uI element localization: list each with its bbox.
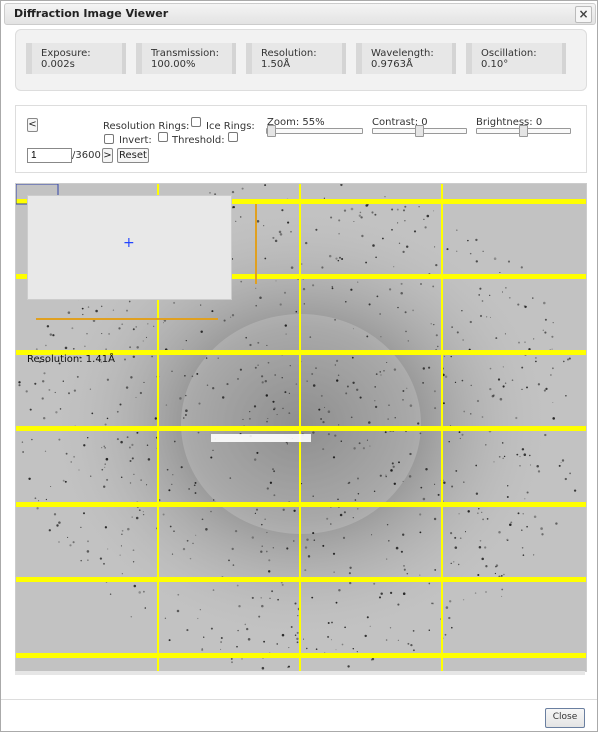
stat-transmission: Transmission: 100.00% bbox=[136, 43, 236, 74]
reset-button[interactable]: Reset bbox=[117, 148, 149, 163]
horizontal-scrollbar[interactable] bbox=[15, 671, 585, 675]
ice-rings-label: Ice Rings: bbox=[206, 121, 255, 132]
threshold-label: Threshold: bbox=[172, 135, 225, 146]
diffraction-image[interactable]: + Resolution: 1.41Å bbox=[15, 183, 587, 672]
zoom-slider[interactable] bbox=[266, 125, 363, 137]
zoom-inset: + bbox=[27, 195, 232, 300]
frame-number-input[interactable] bbox=[27, 148, 72, 163]
frame-total: /3600 bbox=[72, 150, 101, 161]
ice-rings-checkbox[interactable] bbox=[228, 132, 238, 142]
invert-checkbox[interactable] bbox=[104, 134, 114, 144]
stat-value: 1.50Å bbox=[261, 59, 291, 70]
brightness-slider-thumb[interactable] bbox=[519, 125, 528, 137]
resolution-rings-checkbox[interactable] bbox=[191, 117, 201, 127]
brightness-slider[interactable] bbox=[476, 125, 571, 137]
stat-resolution: Resolution: 1.50Å bbox=[246, 43, 346, 74]
stats-panel: Exposure: 0.002s Transmission: 100.00% R… bbox=[15, 29, 587, 91]
dialog-title: Diffraction Image Viewer bbox=[14, 7, 169, 20]
stat-oscillation: Oscillation: 0.10° bbox=[466, 43, 566, 74]
threshold-checkbox[interactable] bbox=[158, 132, 168, 142]
next-frame-button[interactable]: > bbox=[102, 148, 113, 163]
stat-value: 0.10° bbox=[481, 59, 509, 70]
stat-value: 0.002s bbox=[41, 59, 75, 70]
stat-label: Resolution: bbox=[261, 48, 317, 59]
zoom-slider-thumb[interactable] bbox=[267, 125, 276, 137]
stat-label: Exposure: bbox=[41, 48, 91, 59]
title-bar: Diffraction Image Viewer × bbox=[4, 3, 596, 25]
stat-label: Transmission: bbox=[151, 48, 219, 59]
resolution-overlay: Resolution: 1.41Å bbox=[27, 354, 115, 365]
brightness-label: Brightness: 0 bbox=[476, 117, 543, 128]
prev-frame-button[interactable]: < bbox=[27, 118, 38, 132]
controls-panel: < Resolution Rings: Ice Rings: Invert: T… bbox=[15, 105, 587, 173]
stat-exposure: Exposure: 0.002s bbox=[26, 43, 126, 74]
stat-value: 0.9763Å bbox=[371, 59, 413, 70]
stat-label: Oscillation: bbox=[481, 48, 537, 59]
invert-label: Invert: bbox=[119, 135, 152, 146]
stat-label: Wavelength: bbox=[371, 48, 434, 59]
dialog-window: Diffraction Image Viewer × Exposure: 0.0… bbox=[0, 0, 598, 732]
crosshair-icon: + bbox=[123, 235, 135, 251]
footer-divider bbox=[1, 699, 597, 700]
contrast-slider[interactable] bbox=[372, 125, 467, 137]
resolution-rings-label: Resolution Rings: bbox=[103, 121, 190, 132]
stat-wavelength: Wavelength: 0.9763Å bbox=[356, 43, 456, 74]
stat-value: 100.00% bbox=[151, 59, 196, 70]
close-icon[interactable]: × bbox=[575, 6, 592, 23]
close-button[interactable]: Close bbox=[545, 708, 585, 728]
contrast-slider-thumb[interactable] bbox=[415, 125, 424, 137]
